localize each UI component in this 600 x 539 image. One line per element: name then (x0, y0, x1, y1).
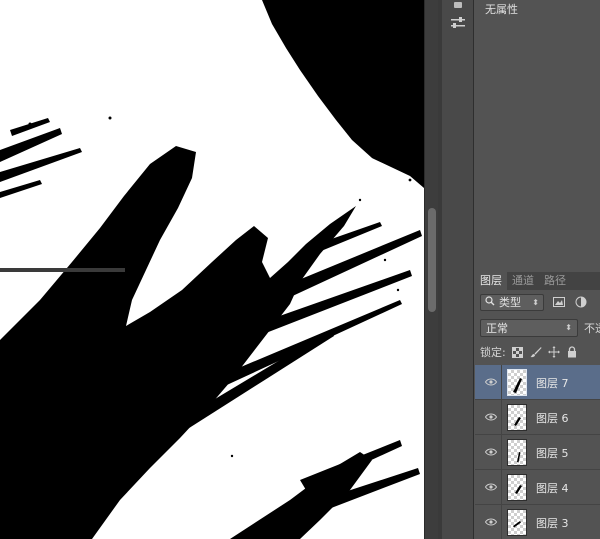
layer-thumbnail (507, 369, 527, 396)
tab-channels[interactable]: 通道 (507, 272, 539, 290)
tab-layers[interactable]: 图层 (475, 272, 507, 290)
eye-visibility-icon[interactable] (484, 516, 498, 528)
opacity-label: 不透 (584, 321, 600, 335)
lock-transparency-icon[interactable] (512, 346, 524, 358)
layer-list: 图层 7 图层 6 图层 5 图层 4 图层 3 (475, 365, 600, 539)
eye-visibility-icon[interactable] (484, 376, 498, 388)
search-icon (485, 295, 495, 309)
no-properties-text: 无属性 (485, 3, 518, 16)
layer-row-6[interactable]: 图层 6 (475, 400, 600, 435)
blend-mode-select[interactable]: 正常 ⬍ (480, 318, 578, 337)
lock-pixels-brush-icon[interactable] (530, 346, 542, 358)
layer-name[interactable]: 图层 3 (536, 515, 569, 531)
layer-row-7[interactable]: 图层 7 (475, 365, 600, 400)
layer-row-5[interactable]: 图层 5 (475, 435, 600, 470)
layer-row-3[interactable]: 图层 3 (475, 505, 600, 539)
panel-divider[interactable] (0, 268, 125, 272)
layers-panel: 图层 通道 路径 类型 ⬍ 正常 ⬍ 不透 锁定: (475, 272, 600, 539)
adjustments-sliders-icon[interactable] (446, 12, 470, 34)
layer-thumbnail (507, 439, 527, 466)
scrollbar-thumb[interactable] (428, 208, 436, 312)
tab-paths[interactable]: 路径 (539, 272, 571, 290)
panel-icon-strip (442, 0, 474, 539)
strip-grip-handle[interactable] (446, 2, 470, 8)
layer-row-4[interactable]: 图层 4 (475, 470, 600, 505)
eye-visibility-icon[interactable] (484, 411, 498, 423)
layer-thumbnail (507, 474, 527, 501)
updown-arrows-icon: ⬍ (532, 297, 539, 307)
blend-mode-value: 正常 (486, 321, 508, 335)
filter-type-label: 类型 (499, 296, 521, 309)
layer-thumbnail (507, 509, 527, 536)
image-filter-icon[interactable] (552, 295, 566, 309)
adjustment-filter-icon[interactable] (574, 295, 588, 309)
layer-thumbnail (507, 404, 527, 431)
layer-filter-row: 类型 ⬍ (480, 293, 588, 311)
layer-name[interactable]: 图层 5 (536, 445, 569, 461)
eye-visibility-icon[interactable] (484, 446, 498, 458)
layer-name[interactable]: 图层 6 (536, 410, 569, 426)
lock-label: 锁定: (480, 346, 506, 359)
eye-visibility-icon[interactable] (484, 481, 498, 493)
lock-all-padlock-icon[interactable] (566, 346, 578, 358)
layer-name[interactable]: 图层 7 (536, 375, 569, 391)
layer-name[interactable]: 图层 4 (536, 480, 569, 496)
properties-panel: 无属性 (475, 0, 600, 268)
lock-row: 锁定: (480, 344, 578, 360)
layer-filter-select[interactable]: 类型 ⬍ (480, 293, 544, 311)
blend-row: 正常 ⬍ 不透 (480, 318, 600, 337)
updown-arrows-icon: ⬍ (565, 323, 572, 332)
document-vertical-scrollbar[interactable] (424, 0, 438, 539)
lock-position-move-icon[interactable] (547, 346, 560, 358)
layers-panel-tabs: 图层 通道 路径 (475, 272, 600, 290)
